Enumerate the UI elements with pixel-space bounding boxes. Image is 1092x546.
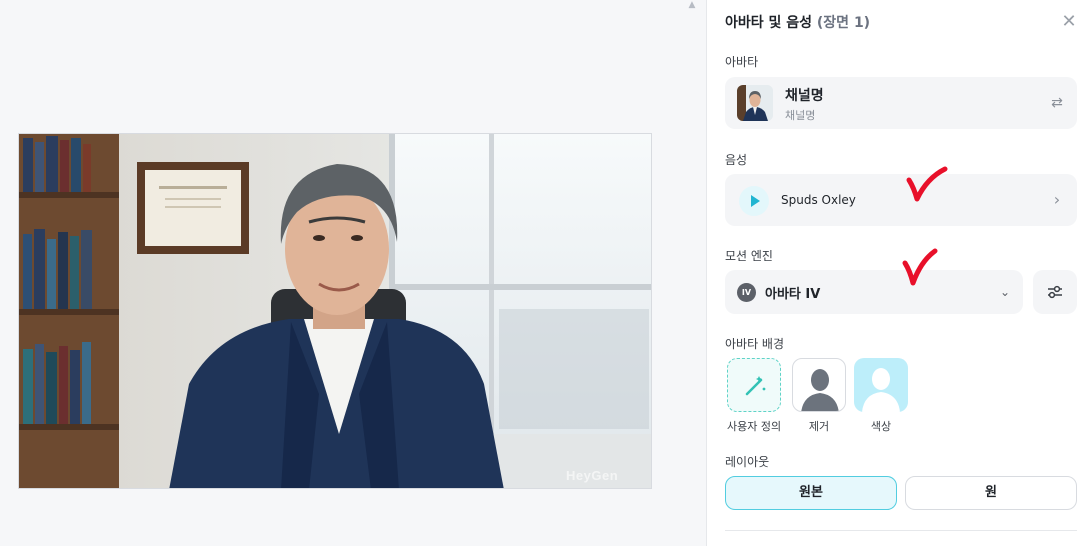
bg-option-label: 색상 — [870, 420, 892, 433]
avatar-name: 채널명 — [785, 88, 824, 104]
panel-title-text: 아바타 및 음성 — [725, 15, 813, 31]
layout-section-label: 레이아웃 — [725, 455, 770, 469]
bg-option-color[interactable]: 색상 — [854, 358, 908, 434]
engine-settings-button[interactable] — [1033, 270, 1077, 314]
avatar-subtitle: 채널명 — [785, 109, 816, 122]
swap-icon[interactable]: ⇄ — [1047, 93, 1067, 113]
voice-name: Spuds Oxley — [781, 193, 856, 207]
office-scene-image — [19, 134, 651, 488]
scroll-up-icon[interactable]: ▲ — [686, 0, 698, 10]
panel-title: 아바타 및 음성 (장면 1) — [725, 12, 870, 32]
bg-option-label: 제거 — [808, 420, 830, 433]
motion-engine-value: 아바타 IV — [765, 287, 821, 302]
divider — [725, 530, 1077, 531]
person-silhouette-icon[interactable] — [792, 358, 846, 412]
avatar-selector[interactable]: 채널명 채널명 ⇄ — [725, 77, 1077, 129]
bg-option-custom[interactable]: 사용자 정의 — [727, 358, 781, 434]
voice-section-label: 음성 — [725, 153, 748, 167]
canvas-area: ▲ HeyGen — [0, 0, 706, 546]
chevron-down-icon: ⌄ — [999, 285, 1011, 299]
sliders-icon — [1048, 285, 1062, 299]
red-checkmark-icon — [902, 248, 938, 286]
engine-badge: IV — [737, 283, 756, 302]
layout-circle-button[interactable]: 원 — [905, 476, 1077, 510]
bg-option-label: 사용자 정의 — [727, 420, 782, 433]
motion-engine-dropdown[interactable]: IV 아바타 IV ⌄ — [725, 270, 1023, 314]
layout-original-button[interactable]: 원본 — [725, 476, 897, 510]
voice-selector[interactable]: Spuds Oxley › — [725, 174, 1077, 226]
magic-wand-icon[interactable] — [727, 358, 781, 412]
red-checkmark-icon — [906, 166, 948, 202]
play-icon[interactable] — [739, 186, 769, 216]
avatar-voice-panel: 아바타 및 음성 (장면 1) ✕ 아바타 채널명 채널명 ⇄ 음성 Spuds… — [706, 0, 1092, 546]
avatar-thumbnail — [737, 85, 773, 121]
scene-label: (장면 1) — [816, 15, 871, 31]
motion-engine-section-label: 모션 엔진 — [725, 249, 773, 263]
person-silhouette-icon[interactable] — [854, 358, 908, 412]
chevron-right-icon: › — [1053, 190, 1061, 209]
video-preview[interactable] — [18, 133, 652, 489]
close-icon[interactable]: ✕ — [1059, 12, 1079, 32]
background-section-label: 아바타 배경 — [725, 337, 785, 351]
bg-option-remove[interactable]: 제거 — [792, 358, 846, 434]
avatar-section-label: 아바타 — [725, 55, 759, 69]
watermark-text: HeyGen — [566, 468, 619, 483]
